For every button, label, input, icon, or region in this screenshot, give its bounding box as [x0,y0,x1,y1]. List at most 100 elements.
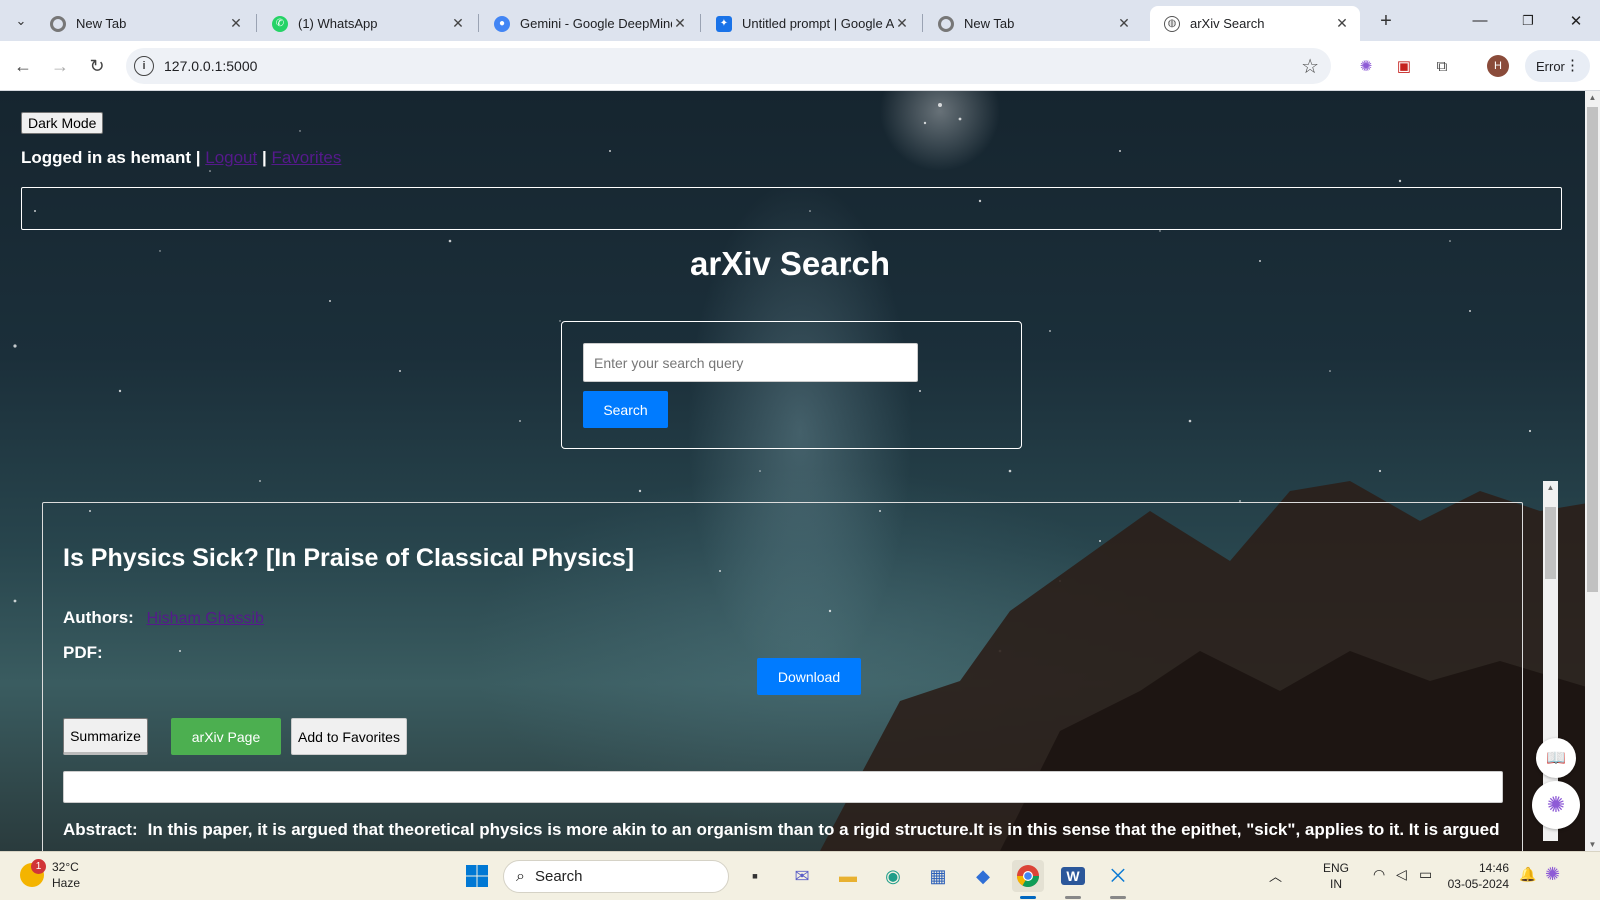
result-card: Is Physics Sick? [In Praise of Classical… [42,502,1523,851]
logout-link[interactable]: Logout [205,148,257,167]
url-text[interactable]: 127.0.0.1:5000 [164,58,257,74]
forward-arrow-icon[interactable]: → [47,53,73,79]
address-bar[interactable]: i 127.0.0.1:5000 ☆ [126,48,1331,84]
summarize-button[interactable]: Summarize [63,718,148,755]
running-indicator [1110,896,1126,899]
file-explorer-icon[interactable]: ▬ [832,860,864,892]
arxiv-page-button[interactable]: arXiv Page [171,718,281,755]
copilot-float-icon[interactable]: ✺ [1532,781,1580,829]
whatsapp-icon: ✆ [272,15,288,32]
volume-icon[interactable]: ◁ [1396,866,1407,883]
error-menu-button[interactable]: Error ⋮ [1525,50,1590,82]
clock-time: 14:46 [1478,861,1509,875]
tab-title: Gemini - Google DeepMind [520,16,672,31]
tab-new-tab-2[interactable]: New Tab ✕ [924,6,1142,41]
reload-icon[interactable]: ↻ [84,53,110,79]
separator-text: | [261,148,267,167]
weather-temp: 32°C [52,860,79,874]
copilot-taskbar-icon[interactable]: ✺ [1545,864,1560,885]
close-tab-icon[interactable]: ✕ [894,15,910,32]
logged-in-text: Logged in as hemant | [21,148,201,167]
windows-taskbar: 1 32°C Haze ⌕ Search ▪ ✉ ▬ ◉ ▦ ◆ W ⨉ ︿ E… [0,851,1600,900]
tab-new-tab-1[interactable]: New Tab ✕ [36,6,254,41]
minimize-icon[interactable]: — [1457,0,1503,41]
edge-icon[interactable]: ◉ [877,860,909,892]
app-icon[interactable]: ◆ [967,860,999,892]
wifi-icon[interactable]: ◠ [1373,866,1385,883]
paper-title: Is Physics Sick? [In Praise of Classical… [63,544,635,572]
tab-search-dropdown-icon[interactable]: ⌄ [8,8,34,34]
page-scrollbar[interactable]: ▲ ▼ [1585,91,1600,851]
window-close-icon[interactable]: ✕ [1553,0,1599,41]
page-viewport: Dark Mode Logged in as hemant | Logout |… [0,91,1600,851]
gemini-icon: ● [494,15,510,32]
abstract: Abstract: In this paper, it is argued tha… [63,819,1503,841]
tab-whatsapp[interactable]: ✆ (1) WhatsApp ✕ [258,6,476,41]
task-view-icon[interactable]: ▪ [739,860,771,892]
site-info-icon[interactable]: i [134,56,154,76]
tab-title: (1) WhatsApp [298,16,378,31]
word-icon[interactable]: W [1057,860,1089,892]
tab-separator [700,14,701,32]
vscode-icon[interactable]: ⨉ [1102,860,1134,892]
new-tab-plus-icon[interactable]: + [1373,8,1399,34]
microsoft-store-icon[interactable]: ▦ [922,860,954,892]
add-favorites-label: Add to Favorites [298,728,400,745]
page-scroll-up-icon[interactable]: ▲ [1585,93,1600,102]
scroll-up-arrow-icon[interactable]: ▲ [1543,483,1558,492]
extensions-puzzle-icon[interactable]: ⧉ [1430,54,1454,78]
close-tab-icon[interactable]: ✕ [228,15,244,32]
bookmark-star-icon[interactable]: ☆ [1301,54,1319,79]
page-scroll-thumb[interactable] [1587,107,1598,592]
page-scroll-down-icon[interactable]: ▼ [1585,840,1600,849]
notification-bell-icon[interactable]: 🔔 [1519,866,1536,883]
close-tab-icon[interactable]: ✕ [1334,15,1350,32]
clock[interactable]: 14:46 03-05-2024 [1443,860,1509,892]
tab-arxiv-search[interactable]: ◍ arXiv Search ✕ [1150,6,1360,41]
summarize-label: Summarize [70,727,141,744]
download-label: Download [777,668,841,685]
weather-widget[interactable]: 1 32°C Haze [20,859,80,891]
close-tab-icon[interactable]: ✕ [450,15,466,32]
favorites-link[interactable]: Favorites [271,148,341,167]
dark-mode-button[interactable]: Dark Mode [21,112,104,134]
summary-output-box [63,771,1503,803]
weather-alert-badge: 1 [31,859,46,874]
avatar-initial: H [1494,60,1502,72]
arxiv-page-label: arXiv Page [191,728,261,745]
author-link[interactable]: Hisham Ghassib [147,610,264,627]
close-tab-icon[interactable]: ✕ [1116,15,1132,32]
chrome-icon [938,15,954,32]
download-button[interactable]: Download [757,658,861,695]
close-tab-icon[interactable]: ✕ [672,15,688,32]
results-scroll-thumb[interactable] [1545,507,1556,579]
chrome-taskbar-icon[interactable] [1012,860,1044,892]
reading-mode-icon[interactable]: 📖 [1536,738,1576,778]
copilot-extension-icon[interactable]: ✺ [1354,54,1378,78]
ai-studio-icon: ✦ [716,15,732,32]
error-label: Error [1536,58,1565,74]
weather-condition: Haze [52,876,81,890]
show-hidden-icons-chevron[interactable]: ︿ [1269,866,1282,885]
battery-icon[interactable]: ▭ [1419,866,1432,883]
tab-title: New Tab [76,16,127,31]
pocket-extension-icon[interactable]: ▣ [1392,54,1416,78]
search-button[interactable]: Search [583,391,668,428]
restore-icon[interactable]: ❐ [1505,0,1551,41]
tab-gemini[interactable]: ● Gemini - Google DeepMind ✕ [480,6,698,41]
windows-start-icon[interactable] [461,860,493,892]
add-to-favorites-button[interactable]: Add to Favorites [291,718,407,755]
running-indicator [1065,896,1081,899]
search-input[interactable] [583,343,918,382]
language-indicator[interactable]: ENG IN [1321,860,1351,892]
profile-avatar[interactable]: H [1487,55,1509,77]
windows-search-box[interactable]: ⌕ Search [503,860,729,893]
abstract-label: Abstract: [63,820,138,839]
teams-chat-icon[interactable]: ✉ [786,860,818,892]
tab-title: New Tab [964,16,1015,31]
weather-sun-icon: 1 [20,859,46,887]
tab-ai-studio[interactable]: ✦ Untitled prompt | Google AI Studio ✕ [702,6,920,41]
back-arrow-icon[interactable]: ← [10,53,36,79]
tab-separator [478,14,479,32]
authors-label: Authors: [63,608,134,627]
